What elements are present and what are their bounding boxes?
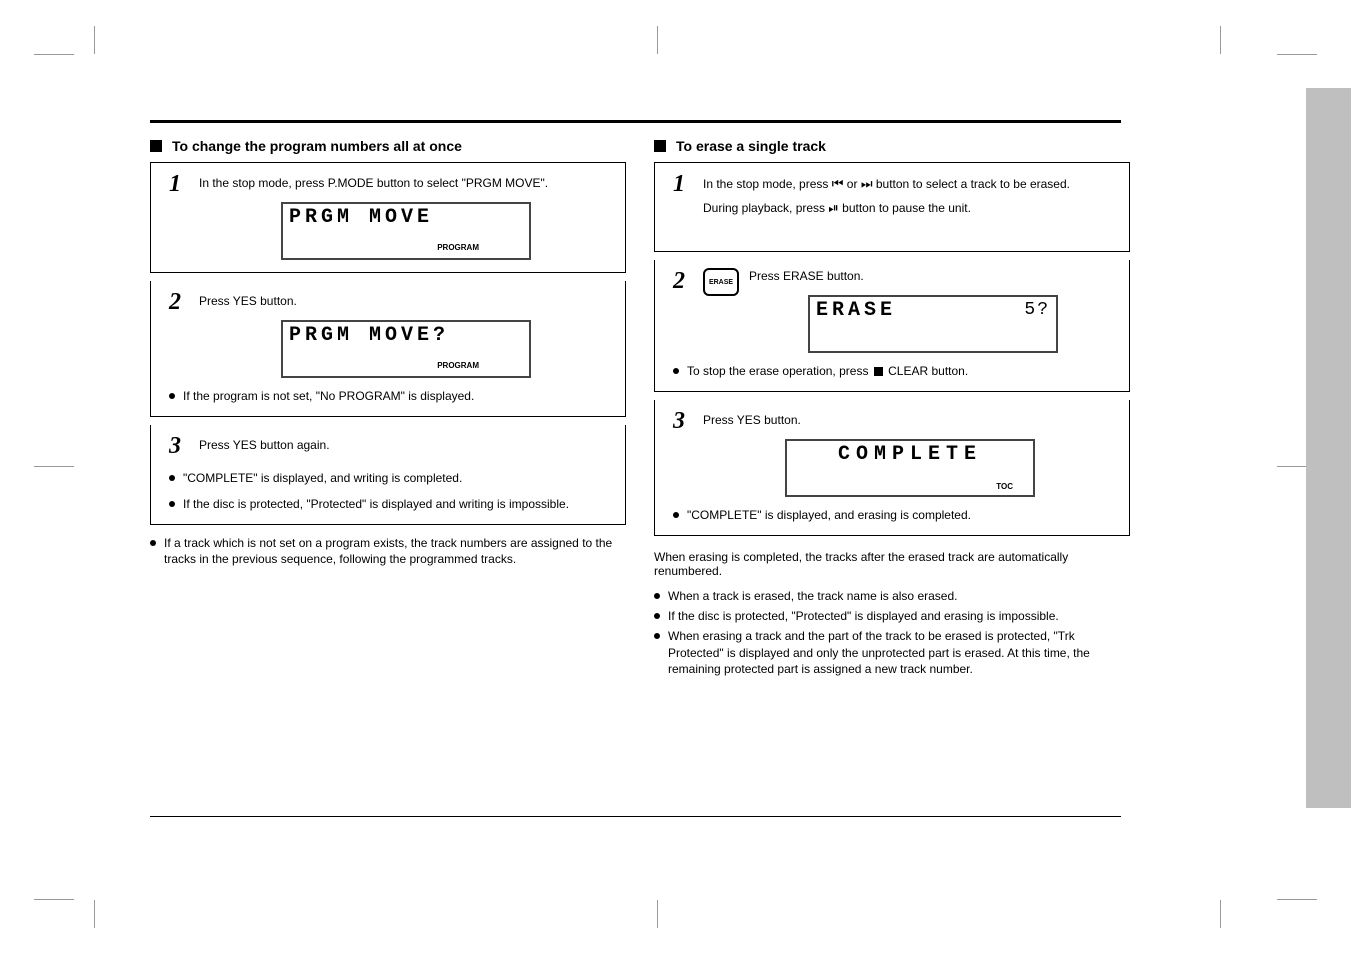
left-steps-box: 1 In the stop mode, press P.MODE button … bbox=[150, 162, 626, 525]
erase-button-graphic: ERASE bbox=[703, 268, 739, 296]
note-text: "COMPLETE" is displayed, and erasing is … bbox=[687, 507, 971, 523]
bottom-rule bbox=[150, 816, 1121, 817]
step-instruction: Press YES button. bbox=[703, 412, 1117, 429]
step-instruction: In the stop mode, press P.MODE button to… bbox=[199, 175, 613, 192]
step-note: "COMPLETE" is displayed, and erasing is … bbox=[673, 507, 1117, 523]
step-instruction: Press YES button again. bbox=[199, 437, 613, 454]
footnote-text: If a track which is not set on a program… bbox=[164, 535, 626, 567]
step-note: If the disc is protected, "Protected" is… bbox=[169, 496, 613, 512]
play-pause-icon: ⏯ bbox=[828, 200, 838, 215]
step-sub-instruction: During playback, press ⏯ button to pause… bbox=[703, 199, 1117, 217]
square-bullet-icon bbox=[150, 140, 162, 152]
side-tab bbox=[1306, 88, 1351, 808]
lcd-sub-label: PROGRAM bbox=[437, 361, 479, 370]
step-instruction: In the stop mode, press ⏮ or ⏭ button to… bbox=[703, 175, 1117, 193]
left-step-3: 3 Press YES button again. "COMPLETE" is … bbox=[150, 425, 626, 525]
step-number: 3 bbox=[673, 408, 703, 435]
bullet-icon bbox=[654, 593, 660, 599]
bullet-icon bbox=[169, 475, 175, 481]
stop-icon bbox=[874, 367, 883, 376]
bullet-icon bbox=[673, 512, 679, 518]
left-step-1: 1 In the stop mode, press P.MODE button … bbox=[150, 162, 626, 273]
right-heading: To erase a single track bbox=[654, 138, 1130, 154]
step-instruction: Press ERASE button. bbox=[749, 268, 1117, 285]
right-steps-box: 1 In the stop mode, press ⏮ or ⏭ button … bbox=[654, 162, 1130, 536]
bullet-icon bbox=[169, 393, 175, 399]
right-footnotes: When a track is erased, the track name i… bbox=[654, 588, 1130, 677]
lcd-sub-label: TOC bbox=[996, 482, 1013, 491]
prev-track-icon: ⏮ bbox=[832, 176, 844, 191]
bullet-icon bbox=[654, 633, 660, 639]
lcd-text: PRGM MOVE bbox=[289, 206, 523, 229]
left-footnotes: If a track which is not set on a program… bbox=[150, 535, 626, 567]
lcd-display: COMPLETE TOC bbox=[785, 439, 1035, 497]
left-column: To change the program numbers all at onc… bbox=[150, 138, 626, 681]
top-rule bbox=[150, 120, 1121, 123]
step-number: 2 bbox=[169, 289, 199, 316]
lcd-display: PRGM MOVE PROGRAM bbox=[281, 202, 531, 260]
next-track-icon: ⏭ bbox=[861, 176, 873, 191]
right-after-steps: When erasing is completed, the tracks af… bbox=[654, 550, 1130, 578]
step-number: 1 bbox=[673, 171, 703, 198]
step-instruction: Press YES button. bbox=[199, 293, 613, 310]
lcd-text: COMPLETE bbox=[793, 443, 1027, 466]
step-note: To stop the erase operation, press CLEAR… bbox=[673, 363, 1117, 379]
note-text: If the program is not set, "No PROGRAM" … bbox=[183, 388, 474, 404]
footnote-text: When erasing a track and the part of the… bbox=[668, 628, 1130, 677]
left-heading-text: To change the program numbers all at onc… bbox=[172, 138, 462, 154]
step-number: 1 bbox=[169, 171, 199, 198]
step-number: 2 bbox=[673, 268, 703, 295]
bullet-icon bbox=[150, 540, 156, 546]
content-columns: To change the program numbers all at onc… bbox=[150, 138, 1130, 681]
step-number: 3 bbox=[169, 433, 199, 460]
footnote-text: When a track is erased, the track name i… bbox=[668, 588, 957, 604]
after-step-text: When erasing is completed, the tracks af… bbox=[654, 550, 1130, 578]
left-heading: To change the program numbers all at onc… bbox=[150, 138, 626, 154]
step-note: If the program is not set, "No PROGRAM" … bbox=[169, 388, 613, 404]
footnote-text: If the disc is protected, "Protected" is… bbox=[668, 608, 1059, 624]
right-step-3: 3 Press YES button. COMPLETE TOC "COMPL bbox=[654, 400, 1130, 536]
right-heading-text: To erase a single track bbox=[676, 138, 826, 154]
bullet-icon bbox=[654, 613, 660, 619]
lcd-sub-label: PROGRAM bbox=[437, 243, 479, 252]
note-text: If the disc is protected, "Protected" is… bbox=[183, 496, 569, 512]
lcd-display: PRGM MOVE? PROGRAM bbox=[281, 320, 531, 378]
lcd-track-number: 5? bbox=[1024, 300, 1050, 320]
note-text: "COMPLETE" is displayed, and writing is … bbox=[183, 470, 462, 486]
note-text: To stop the erase operation, press CLEAR… bbox=[687, 363, 968, 379]
square-bullet-icon bbox=[654, 140, 666, 152]
lcd-text: PRGM MOVE? bbox=[289, 324, 523, 347]
right-step-2: 2 ERASE Press ERASE button. ERASE 5? bbox=[654, 260, 1130, 392]
right-column: To erase a single track 1 In the stop mo… bbox=[654, 138, 1130, 681]
bullet-icon bbox=[169, 501, 175, 507]
right-step-1: 1 In the stop mode, press ⏮ or ⏭ button … bbox=[654, 162, 1130, 252]
bullet-icon bbox=[673, 368, 679, 374]
lcd-text: ERASE bbox=[816, 299, 1050, 322]
step-note: "COMPLETE" is displayed, and writing is … bbox=[169, 470, 613, 486]
lcd-display: ERASE 5? bbox=[808, 295, 1058, 353]
left-step-2: 2 Press YES button. PRGM MOVE? PROGRAM bbox=[150, 281, 626, 417]
